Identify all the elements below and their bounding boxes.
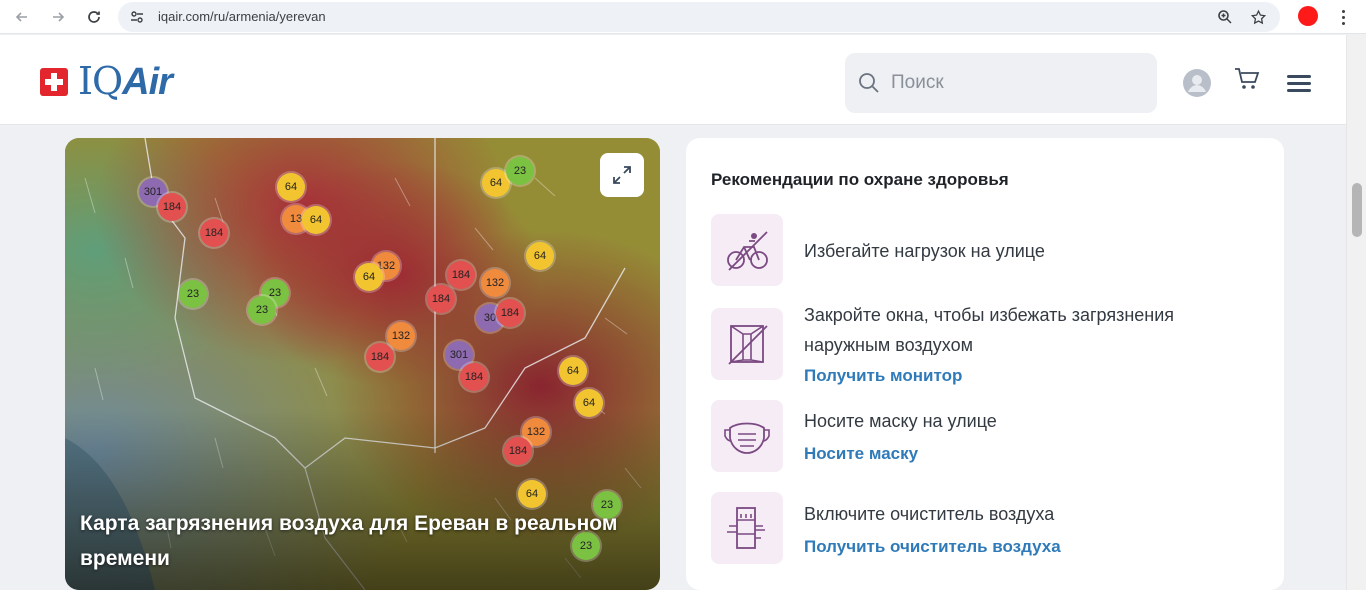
aqi-marker[interactable]: 64 [355, 263, 383, 291]
scrollbar-thumb[interactable] [1352, 183, 1362, 237]
aqi-marker[interactable]: 184 [504, 437, 532, 465]
aqi-marker[interactable]: 64 [526, 242, 554, 270]
aqi-marker[interactable]: 184 [427, 285, 455, 313]
forward-arrow-icon[interactable] [46, 5, 70, 29]
get-purifier-link[interactable]: Получить очиститель воздуха [804, 537, 1061, 557]
aqi-marker[interactable]: 23 [179, 280, 207, 308]
cart-icon[interactable] [1233, 65, 1261, 93]
aqi-marker[interactable]: 64 [302, 206, 330, 234]
recommendation-text: Закройте окна, чтобы избежать загрязнени… [804, 305, 1175, 355]
search-input[interactable] [891, 69, 1141, 97]
closed-window-icon [711, 308, 783, 380]
air-purifier-icon [711, 492, 783, 564]
expand-map-button[interactable] [600, 153, 644, 197]
iqair-logo[interactable]: IQAir [78, 59, 173, 104]
swiss-cross-icon [40, 68, 68, 96]
recommendation-text: Носите маску на улице [804, 411, 997, 431]
user-account-icon[interactable] [1183, 69, 1211, 97]
get-monitor-link[interactable]: Получить монитор [804, 366, 962, 386]
aqi-marker[interactable]: 184 [496, 299, 524, 327]
no-cycling-icon [711, 214, 783, 286]
search-icon [857, 71, 881, 95]
aqi-marker[interactable]: 64 [277, 173, 305, 201]
recommendation-text: Включите очиститель воздуха [804, 504, 1055, 524]
logo-air: Air [122, 61, 173, 103]
aqi-marker[interactable]: 64 [575, 389, 603, 417]
aqi-marker[interactable]: 23 [506, 157, 534, 185]
wear-mask-link[interactable]: Носите маску [804, 444, 918, 464]
aqi-marker[interactable]: 184 [366, 343, 394, 371]
site-settings-icon[interactable] [128, 8, 146, 26]
recommendation-text: Избегайте нагрузок на улице [804, 241, 1045, 261]
browser-toolbar: iqair.com/ru/armenia/yerevan [0, 0, 1366, 34]
logo-iq: IQ [78, 59, 123, 103]
search-box[interactable] [845, 53, 1157, 113]
site-header: IQAir [0, 35, 1346, 125]
aqi-marker[interactable]: 184 [460, 363, 488, 391]
reload-icon[interactable] [82, 5, 106, 29]
pollution-map-card[interactable]: 301 184 184 64 13 64 64 23 64 132 64 23 … [65, 138, 660, 590]
kebab-menu-icon[interactable] [1336, 6, 1350, 28]
aqi-marker[interactable]: 184 [447, 261, 475, 289]
star-icon[interactable] [1249, 8, 1267, 26]
url-text: iqair.com/ru/armenia/yerevan [158, 9, 326, 24]
aqi-marker[interactable]: 64 [518, 480, 546, 508]
map-title: Карта загрязнения воздуха для Ереван в р… [80, 512, 618, 570]
page-scrollbar[interactable] [1346, 35, 1366, 590]
hamburger-menu-icon[interactable] [1287, 75, 1311, 93]
back-arrow-icon[interactable] [10, 5, 34, 29]
recommendations-title: Рекомендации по охране здоровья [711, 170, 1009, 189]
health-recommendations-card: Рекомендации по охране здоровья Избегайт… [686, 138, 1284, 590]
profile-avatar-icon[interactable] [1298, 6, 1318, 26]
aqi-marker[interactable]: 184 [200, 219, 228, 247]
address-bar[interactable]: iqair.com/ru/armenia/yerevan [118, 2, 1280, 32]
zoom-icon[interactable] [1216, 8, 1234, 26]
aqi-marker[interactable]: 64 [559, 357, 587, 385]
aqi-marker[interactable]: 132 [387, 322, 415, 350]
aqi-marker[interactable]: 184 [158, 193, 186, 221]
aqi-marker[interactable]: 23 [248, 296, 276, 324]
aqi-marker[interactable]: 132 [481, 269, 509, 297]
expand-icon [613, 166, 631, 184]
face-mask-icon [711, 400, 783, 472]
